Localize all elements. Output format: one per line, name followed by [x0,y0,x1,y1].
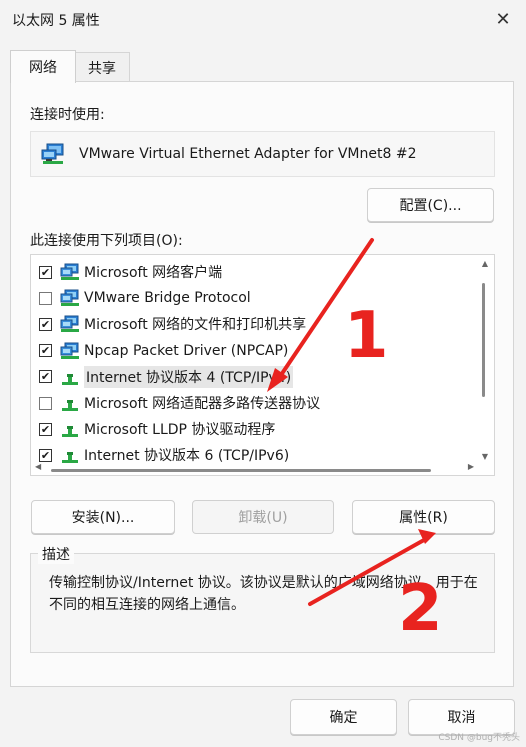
item-label: Microsoft LLDP 协议驱动程序 [84,422,276,439]
items-label: 此连接使用下列项目(O): [30,233,183,249]
description-group: 传输控制协议/Internet 协议。该协议是默认的广域网络协议，用于在不同的相… [30,553,495,653]
scroll-down-icon[interactable]: ▼ [482,452,488,461]
item-checkbox[interactable]: ✔ [39,448,52,462]
connect-using-label: 连接时使用: [30,107,105,123]
description-title: 描述 [38,544,74,564]
item-checkbox[interactable]: ✔ [39,422,52,436]
window-title: 以太网 5 属性 [12,13,100,29]
ok-button[interactable]: 确定 [290,699,397,735]
list-item[interactable]: ✔ Npcap Packet Driver (NPCAP) [31,338,288,364]
list-item[interactable]: ✔ Microsoft 网络的文件和打印机共享 [31,311,306,337]
list-item[interactable]: ✔ Internet 协议版本 6 (TCP/IPv6) [31,442,289,468]
network-adapter-icon [41,143,64,164]
scroll-up-icon[interactable]: ▲ [482,259,488,268]
item-checkbox[interactable]: ✔ [39,370,52,384]
tab-sharing[interactable]: 共享 [74,52,130,83]
item-label: Microsoft 网络客户端 [84,265,223,281]
item-checkbox[interactable] [39,396,52,410]
list-item[interactable]: ✔ Internet 协议版本 4 (TCP/IPv4) [31,364,294,390]
network-client-icon [60,289,79,307]
tab-network[interactable]: 网络 [10,50,76,83]
list-item[interactable]: VMware Bridge Protocol [31,285,251,311]
list-item[interactable]: ✔ Microsoft 网络客户端 [31,259,222,285]
horizontal-scrollbar[interactable] [51,469,431,472]
properties-button[interactable]: 属性(R) [352,500,495,534]
list-item[interactable]: ✔ Microsoft LLDP 协议驱动程序 [31,416,275,442]
adapter-field: VMware Virtual Ethernet Adapter for VMne… [30,131,495,177]
network-client-icon [60,263,79,280]
protocol-icon [62,373,78,385]
item-label: Npcap Packet Driver (NPCAP) [84,342,289,359]
item-checkbox[interactable]: ✔ [39,265,52,279]
item-label: Internet 协议版本 6 (TCP/IPv6) [84,448,290,465]
item-label: Microsoft 网络的文件和打印机共享 [84,317,307,334]
title-bar: 以太网 5 属性 ✕ [0,0,526,40]
protocol-icon [62,400,78,411]
protocol-icon [62,426,78,438]
list-item[interactable]: Microsoft 网络适配器多路传送器协议 [31,390,320,416]
configure-button[interactable]: 配置(C)... [367,188,494,222]
item-checkbox[interactable] [39,291,52,305]
tab-network-label: 网络 [29,60,57,76]
watermark: CSDN @bug不秃头 [438,733,520,743]
tab-sharing-label: 共享 [88,61,116,77]
item-label: Internet 协议版本 4 (TCP/IPv4) [84,365,294,388]
protocol-icon [62,452,78,464]
item-checkbox[interactable]: ✔ [39,344,52,358]
description-text: 传输控制协议/Internet 协议。该协议是默认的广域网络协议，用于在不同的相… [49,575,478,613]
uninstall-button[interactable]: 卸载(U) [192,500,334,534]
item-label: VMware Bridge Protocol [84,290,251,307]
items-list[interactable]: ▲ ▼ ◀ ▶ ✔ Microsoft 网络客户端 VMware Bridge Pr… [30,254,495,476]
install-button[interactable]: 安装(N)... [31,500,175,534]
scroll-right-icon[interactable]: ▶ [468,462,474,471]
network-client-icon [60,315,79,333]
network-client-icon [60,342,79,359]
adapter-name: VMware Virtual Ethernet Adapter for VMne… [79,146,417,162]
item-checkbox[interactable]: ✔ [39,317,52,331]
vertical-scrollbar[interactable] [482,283,485,397]
item-label: Microsoft 网络适配器多路传送器协议 [84,396,321,412]
close-button[interactable]: ✕ [480,0,526,38]
close-icon: ✕ [495,8,511,30]
